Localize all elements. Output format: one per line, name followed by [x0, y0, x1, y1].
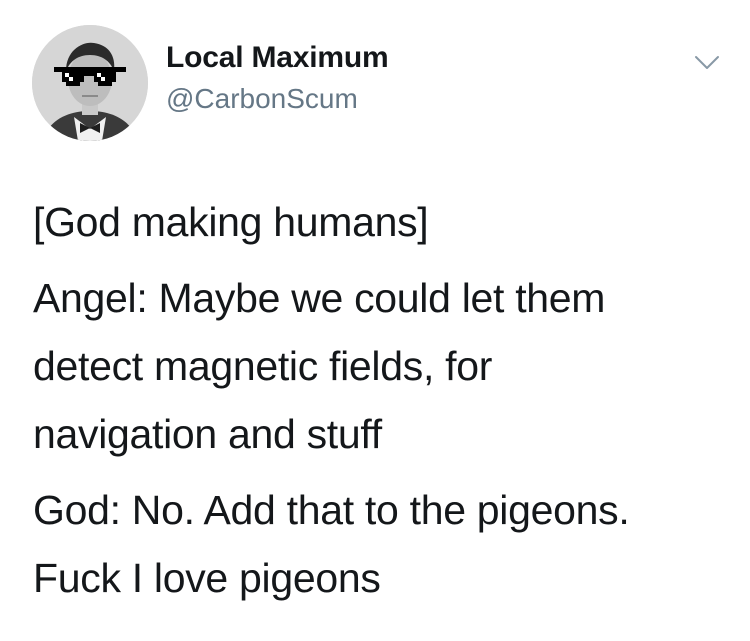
- tweet-line: Fuck I love pigeons: [33, 555, 381, 601]
- chevron-down-icon[interactable]: [692, 50, 722, 74]
- tweet-paragraph: Angel: Maybe we could let them detect ma…: [33, 264, 733, 468]
- user-handle[interactable]: @CarbonScum: [166, 82, 388, 116]
- tweet-line: navigation and stuff: [33, 411, 382, 457]
- tweet-line: detect magnetic fields, for: [33, 343, 493, 389]
- display-name[interactable]: Local Maximum: [166, 40, 389, 76]
- avatar[interactable]: [32, 25, 148, 141]
- tweet-text: [God making humans] Angel: Maybe we coul…: [33, 188, 733, 612]
- tweet-line: [God making humans]: [33, 199, 429, 245]
- tweet-line: God: No. Add that to the pigeons.: [33, 487, 630, 533]
- tweet: Local Maximum @CarbonScum [God making hu…: [0, 0, 750, 641]
- tweet-paragraph: [God making humans]: [33, 188, 733, 256]
- tweet-paragraph: God: No. Add that to the pigeons. Fuck I…: [33, 476, 733, 612]
- tweet-line: Angel: Maybe we could let them: [33, 275, 606, 321]
- avatar-image: [32, 25, 148, 141]
- author-info: Local Maximum @CarbonScum: [166, 40, 389, 116]
